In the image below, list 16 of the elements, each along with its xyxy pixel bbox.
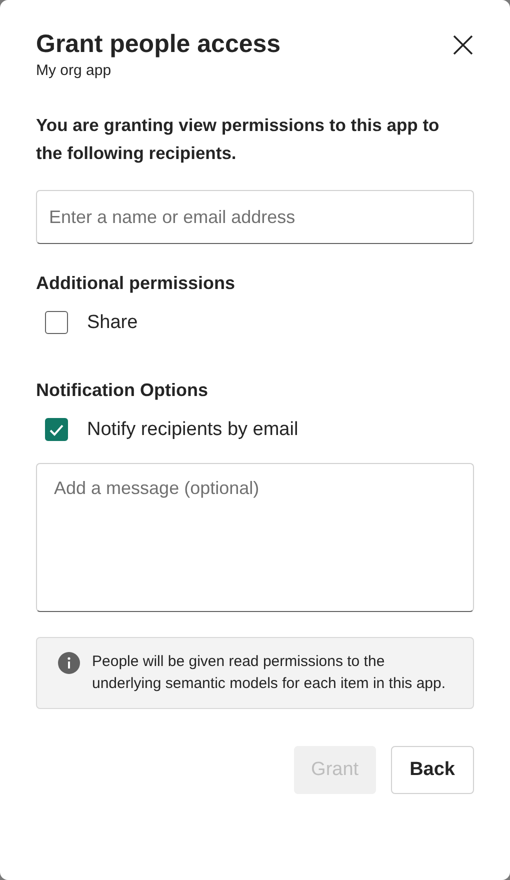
recipient-field[interactable]: Enter a name or email address: [36, 190, 474, 244]
info-text: People will be given read permissions to the underlying semantic models for each item in this app.: [92, 652, 447, 694]
action-button[interactable]: Back: [390, 746, 474, 794]
description-text: You are granting view permissions to this app to the following recipients.: [36, 114, 440, 165]
checkbox-label: Share: [87, 312, 138, 334]
close-button[interactable]: [452, 34, 474, 56]
check-icon: [49, 424, 64, 436]
message-field[interactable]: Add a message (optional): [36, 463, 474, 612]
section-heading: Notification Options: [36, 380, 209, 401]
dialog-title: Grant people access: [36, 29, 281, 60]
section-heading: Additional permissions: [36, 273, 236, 294]
checkbox[interactable]: [45, 418, 68, 441]
info-icon: [58, 652, 80, 674]
checkbox[interactable]: [45, 311, 68, 334]
checkbox-label: Notify recipients by email: [87, 418, 298, 440]
dialog-subtitle: My org app: [36, 62, 112, 79]
